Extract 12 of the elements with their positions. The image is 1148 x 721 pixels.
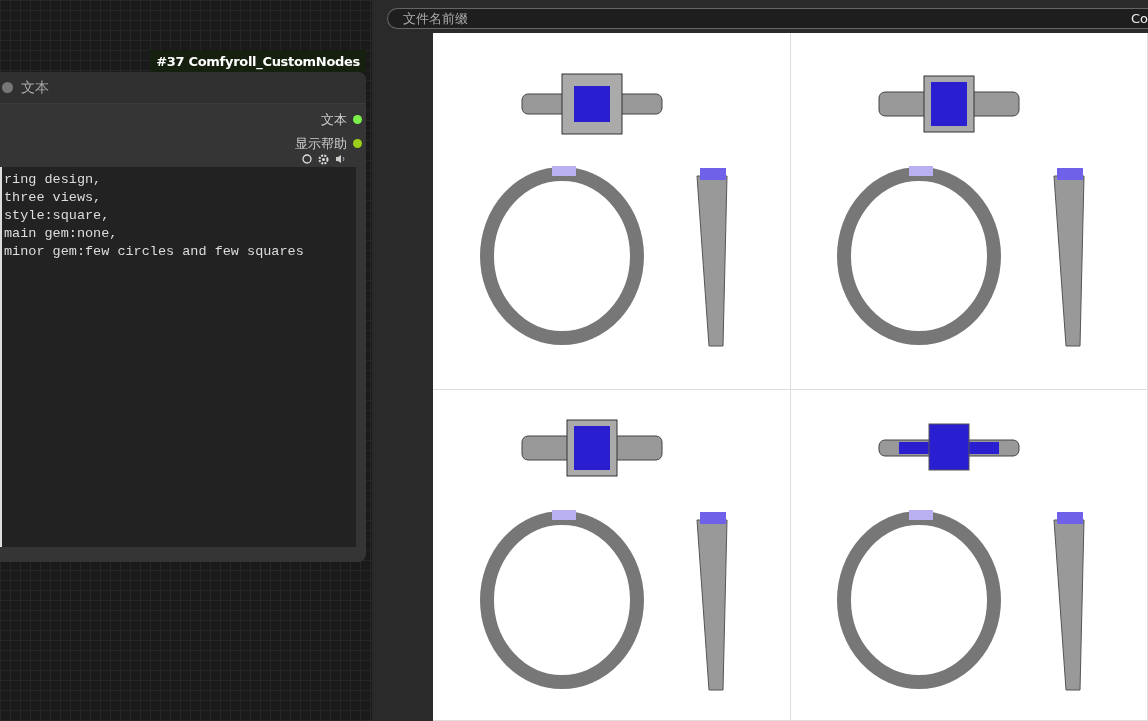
circle-icon[interactable] [302, 154, 312, 164]
gear-icon[interactable] [318, 153, 329, 165]
filename-prefix-field[interactable]: 文件名前缀 Co [387, 8, 1148, 29]
node-title: 文本 [21, 78, 49, 97]
speaker-icon[interactable] [335, 154, 346, 164]
output-label: 显示帮助 [295, 134, 347, 153]
node-source-badge: #37 Comfyroll_CustomNodes [150, 50, 366, 72]
collapse-dot-icon[interactable] [2, 82, 13, 93]
text-input-field[interactable]: ring design, three views, style:square, main gem:none, minor gem:few circles and few squares [0, 167, 356, 547]
output-slot-dot[interactable] [353, 115, 362, 125]
output-slot-dot[interactable] [353, 138, 362, 148]
output-label: 文本 [321, 111, 347, 129]
